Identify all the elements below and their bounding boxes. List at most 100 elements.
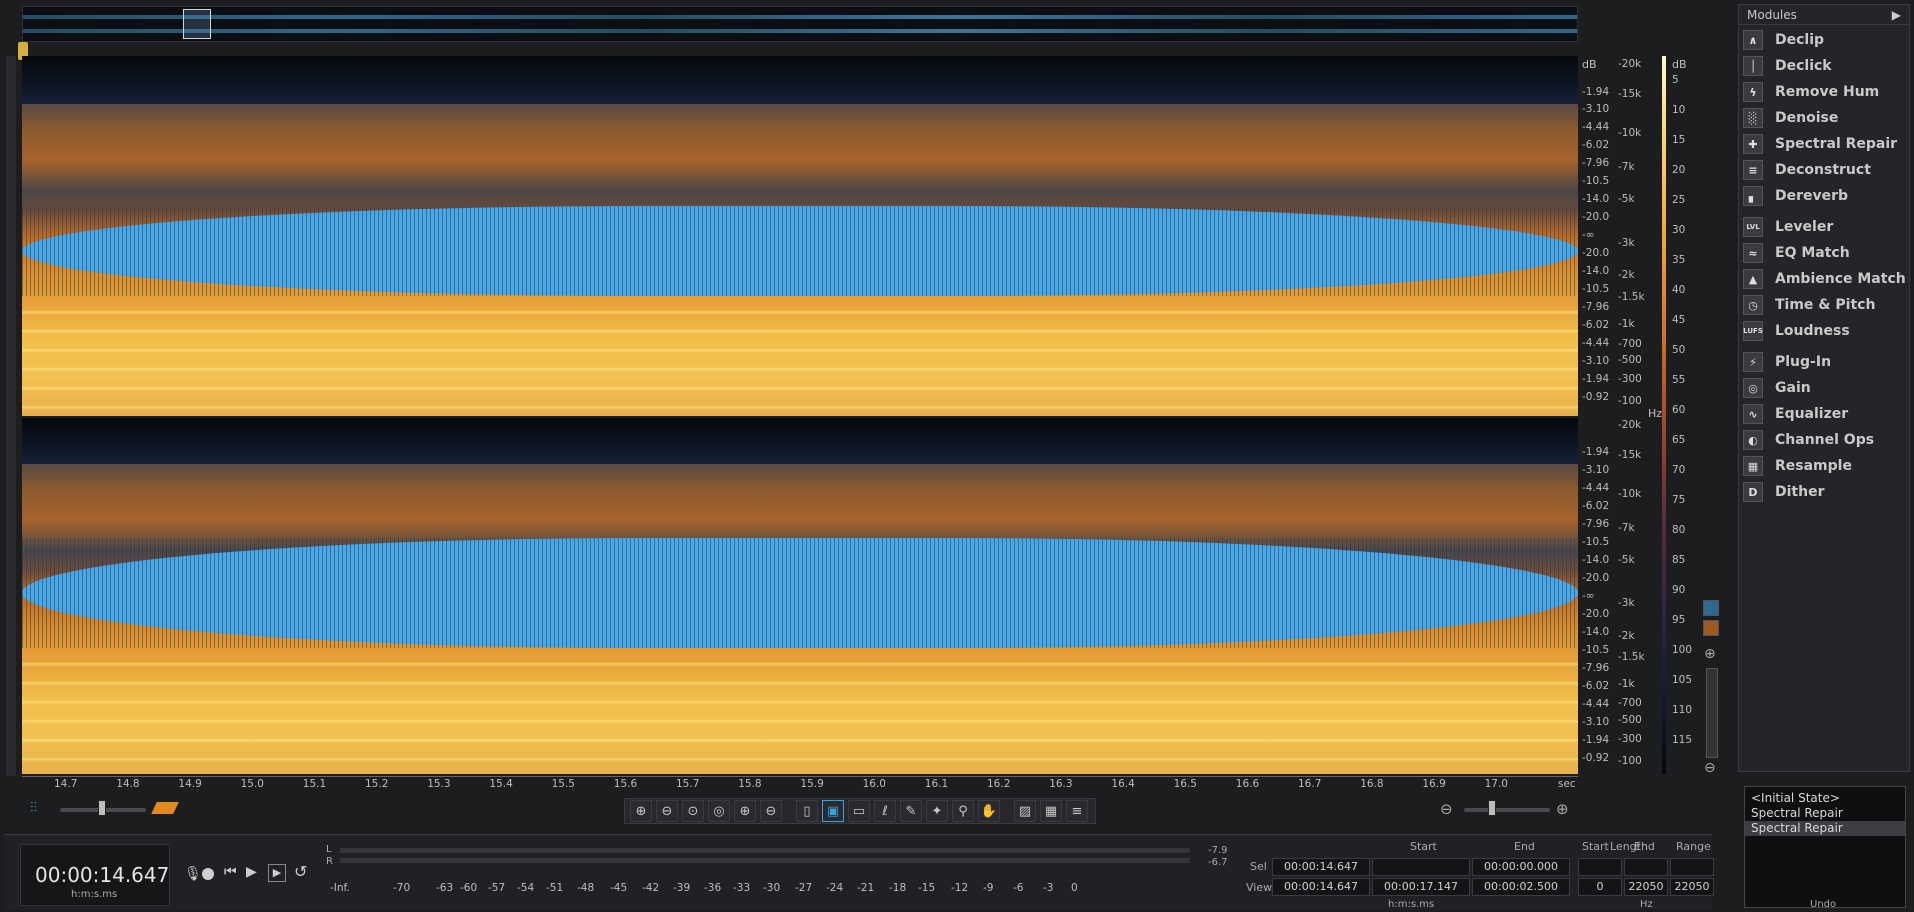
record-button[interactable] [202,868,214,880]
waveform-toggle-icon[interactable] [1703,600,1719,616]
modules-panel: Modules ▶ ∧ Declip │ Declick ϟ Remove Hum ░ Den… [1738,4,1910,772]
horizontal-zoom-knob[interactable] [1488,800,1496,816]
zoom-out-icon[interactable]: ⊖ [1704,760,1716,776]
magic-wand-tool-icon[interactable]: ✦ [926,800,948,822]
time-tick: 14.8 [116,778,140,790]
magnify-tool-icon[interactable]: ⚲ [952,800,974,822]
freq-range-sel-field[interactable] [1670,858,1714,876]
spectrogram-view-icon[interactable] [151,802,179,814]
zoom-all-icon[interactable]: ◎ [708,800,730,822]
time-frequency-selection-tool-icon[interactable]: ▣ [822,800,844,822]
meter-tick: -33 [733,882,751,894]
frequency-selection-tool-icon[interactable]: ▭ [848,800,870,822]
module-item-eq-match[interactable]: ≈ EQ Match [1743,242,1907,264]
zoom-in-time-icon[interactable]: ⊕ [630,800,652,822]
db-tick: -1.94 [1582,734,1610,746]
microphone-icon[interactable]: 🎙︎ [184,866,202,882]
undo-item[interactable]: Spectral Repair [1745,806,1905,821]
hz-tick: -5k [1618,193,1635,205]
selection-menu-icon[interactable]: ≡ [1066,800,1088,822]
spectrogram-channel-right[interactable] [22,418,1578,774]
zoom-in-icon[interactable]: ⊕ [1704,646,1716,662]
zoom-out-time-icon[interactable]: ⊖ [656,800,678,822]
freq-start-field[interactable]: 0 [1578,878,1622,896]
sel-end-field[interactable] [1372,858,1470,876]
horizontal-zoom-out-icon[interactable]: ⊖ [1440,800,1453,818]
horizontal-zoom-in-icon[interactable]: ⊕ [1556,800,1569,818]
time-pitch-icon: ◷ [1743,295,1763,315]
module-item-gain[interactable]: ◎ Gain [1743,377,1907,399]
view-length-field[interactable]: 00:00:02.500 [1472,878,1570,896]
time-selection-tool-icon[interactable]: ▯ [796,800,818,822]
timecode-display: 00:00:14.647 h:m:s.ms [20,844,170,906]
play-selection-button[interactable]: ▶ [268,864,286,882]
meter-tick: -24 [826,882,844,894]
time-tick: 15.8 [738,778,762,790]
module-item-deconstruct[interactable]: ≡ Deconstruct [1743,159,1907,181]
module-item-resample[interactable]: ▦ Resample [1743,455,1907,477]
view-end-field[interactable]: 00:00:17.147 [1372,878,1470,896]
module-item-equalizer[interactable]: ∿ Equalizer [1743,403,1907,425]
db-tick: -∞ [1582,229,1595,241]
zoom-in-freq-icon[interactable]: ⊕ [734,800,756,822]
freq-end-field[interactable]: 22050 [1624,878,1668,896]
hz-tick: -700 [1618,338,1642,350]
lasso-tool-icon[interactable]: ℓ [874,800,896,822]
freq-range-field[interactable]: 22050 [1670,878,1714,896]
module-item-dereverb[interactable]: ▖ Dereverb [1743,185,1907,207]
meter-tick: -15 [918,882,936,894]
module-item-plug-in[interactable]: ⚡ Plug-In [1743,351,1907,373]
module-item-channel-ops[interactable]: ◐ Channel Ops [1743,429,1907,451]
vertical-zoom-slider[interactable] [1706,668,1718,758]
module-label: Deconstruct [1775,162,1871,178]
module-label: Equalizer [1775,406,1849,422]
module-item-remove-hum[interactable]: ϟ Remove Hum [1743,81,1907,103]
db-tick: -1.94 [1582,86,1610,98]
hz-tick: -7k [1618,522,1635,534]
brush-tool-icon[interactable]: ✎ [900,800,922,822]
modules-collapse-icon[interactable]: ▶ [1892,8,1901,22]
channel-ops-icon: ◐ [1743,430,1763,450]
module-item-loudness[interactable]: LUFS Loudness [1743,320,1907,342]
module-item-spectral-repair[interactable]: ✚ Spectral Repair [1743,133,1907,155]
waveform-view-icon[interactable]: ⫶⫶ [30,800,54,818]
loop-button[interactable]: ↺ [294,862,307,881]
waveform-left-texture [22,206,1578,296]
find-similar-icon[interactable]: ▨ [1014,800,1036,822]
undo-item-selected[interactable]: Spectral Repair [1745,821,1905,836]
rewind-button[interactable]: ⏮︎ [224,864,237,880]
freq-start-sel-field[interactable] [1578,858,1622,876]
module-item-ambience-match[interactable]: ▲ Ambience Match [1743,268,1907,290]
declick-icon: │ [1743,56,1763,76]
spectrogram-toggle-icon[interactable] [1703,620,1719,636]
colorbar-unit: dB [1672,58,1687,71]
sel-start-header: Start [1410,840,1437,853]
freq-end-sel-field[interactable] [1624,858,1668,876]
module-item-denoise[interactable]: ░ Denoise [1743,107,1907,129]
module-item-leveler[interactable]: LVL Leveler [1743,216,1907,238]
module-item-time-pitch[interactable]: ◷ Time & Pitch [1743,294,1907,316]
harmonic-select-icon[interactable]: ▦ [1040,800,1062,822]
horizontal-zoom-slider[interactable] [1464,808,1550,812]
waveform-overview[interactable] [22,6,1578,42]
undo-history[interactable]: <Initial State> Spectral Repair Spectral… [1744,786,1906,908]
play-button[interactable]: ▶ [246,864,257,880]
sel-length-field[interactable]: 00:00:00.000 [1472,858,1570,876]
colorbar-tick: 95 [1672,614,1686,626]
sel-start-field[interactable]: 00:00:14.647 [1272,858,1370,876]
overview-view-region[interactable] [183,9,211,39]
module-item-dither[interactable]: D Dither [1743,481,1907,503]
zoom-out-freq-icon[interactable]: ⊖ [760,800,782,822]
zoom-selection-icon[interactable]: ⊙ [682,800,704,822]
opacity-slider-knob[interactable] [98,800,106,816]
view-start-field[interactable]: 00:00:14.647 [1272,878,1370,896]
module-item-declick[interactable]: │ Declick [1743,55,1907,77]
undo-item[interactable]: <Initial State> [1745,791,1905,806]
meter-tick: -48 [577,882,595,894]
spectrogram-channel-left[interactable] [22,56,1578,416]
dither-icon: D [1743,482,1763,502]
hand-tool-icon[interactable]: ✋ [978,800,1000,822]
module-item-declip[interactable]: ∧ Declip [1743,29,1907,51]
time-tick: 16.7 [1298,778,1322,790]
deconstruct-icon: ≡ [1743,160,1763,180]
